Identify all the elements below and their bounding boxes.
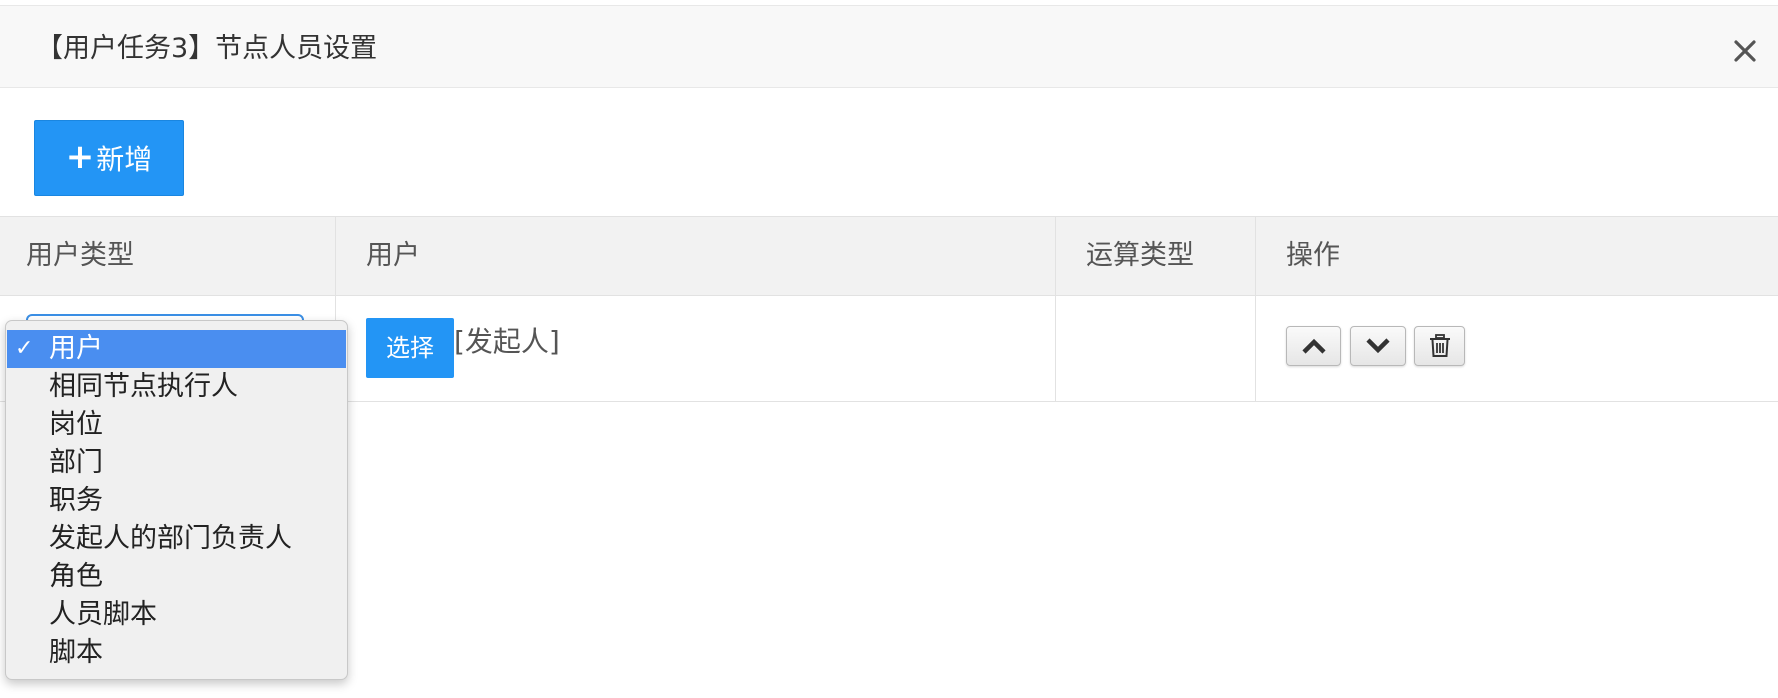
user-type-dropdown: ✓ 用户 相同节点执行人 岗位 部门 职务 发起人的部门负责人 角色 人员脚本 … (5, 320, 348, 680)
select-user-button[interactable]: 选择 (366, 318, 454, 378)
option-label: 发起人的部门负责人 (49, 523, 292, 554)
dropdown-option-initiator-dept-head[interactable]: 发起人的部门负责人 (6, 520, 347, 558)
trash-icon (1429, 334, 1450, 357)
dropdown-option-user-script[interactable]: 人员脚本 (6, 596, 347, 634)
option-label: 职务 (49, 485, 103, 516)
dialog-header: 【用户任务3】节点人员设置 (0, 5, 1778, 88)
option-label: 部门 (49, 447, 103, 478)
checkmark-icon: ✓ (15, 336, 34, 361)
dropdown-option-script[interactable]: 脚本 (6, 634, 347, 672)
table-header: 用户类型 用户 运算类型 操作 (0, 216, 1778, 296)
header-operation-type: 运算类型 (1086, 240, 1194, 271)
dropdown-option-department[interactable]: 部门 (6, 444, 347, 482)
dropdown-option-user[interactable]: ✓ 用户 (7, 330, 346, 368)
option-label: 脚本 (49, 637, 103, 668)
dropdown-option-same-node-executor[interactable]: 相同节点执行人 (6, 368, 347, 406)
header-user: 用户 (366, 240, 420, 271)
close-icon (1734, 40, 1756, 62)
delete-button[interactable] (1414, 326, 1465, 366)
option-label: 用户 (49, 333, 103, 364)
dialog-title: 【用户任务3】节点人员设置 (36, 33, 378, 64)
option-label: 岗位 (49, 409, 103, 440)
dropdown-option-job-title[interactable]: 职务 (6, 482, 347, 520)
dropdown-option-role[interactable]: 角色 (6, 558, 347, 596)
option-label: 人员脚本 (49, 599, 157, 630)
move-down-button[interactable] (1350, 326, 1406, 366)
add-button[interactable]: + 新增 (34, 120, 184, 196)
user-value: [发起人] (454, 325, 560, 358)
plus-icon: + (65, 137, 95, 177)
option-label: 相同节点执行人 (49, 371, 238, 402)
add-button-label: 新增 (96, 143, 153, 176)
close-button[interactable] (1728, 34, 1762, 68)
option-label: 角色 (49, 561, 103, 592)
move-up-button[interactable] (1286, 326, 1341, 366)
chevron-down-icon (1366, 338, 1390, 354)
header-user-type: 用户类型 (26, 240, 134, 271)
chevron-up-icon (1301, 338, 1326, 354)
dropdown-option-position[interactable]: 岗位 (6, 406, 347, 444)
node-user-settings-dialog: 【用户任务3】节点人员设置 + 新增 用户类型 用户 运算类型 操作 选择 [发… (0, 0, 1778, 698)
header-actions: 操作 (1286, 240, 1340, 271)
